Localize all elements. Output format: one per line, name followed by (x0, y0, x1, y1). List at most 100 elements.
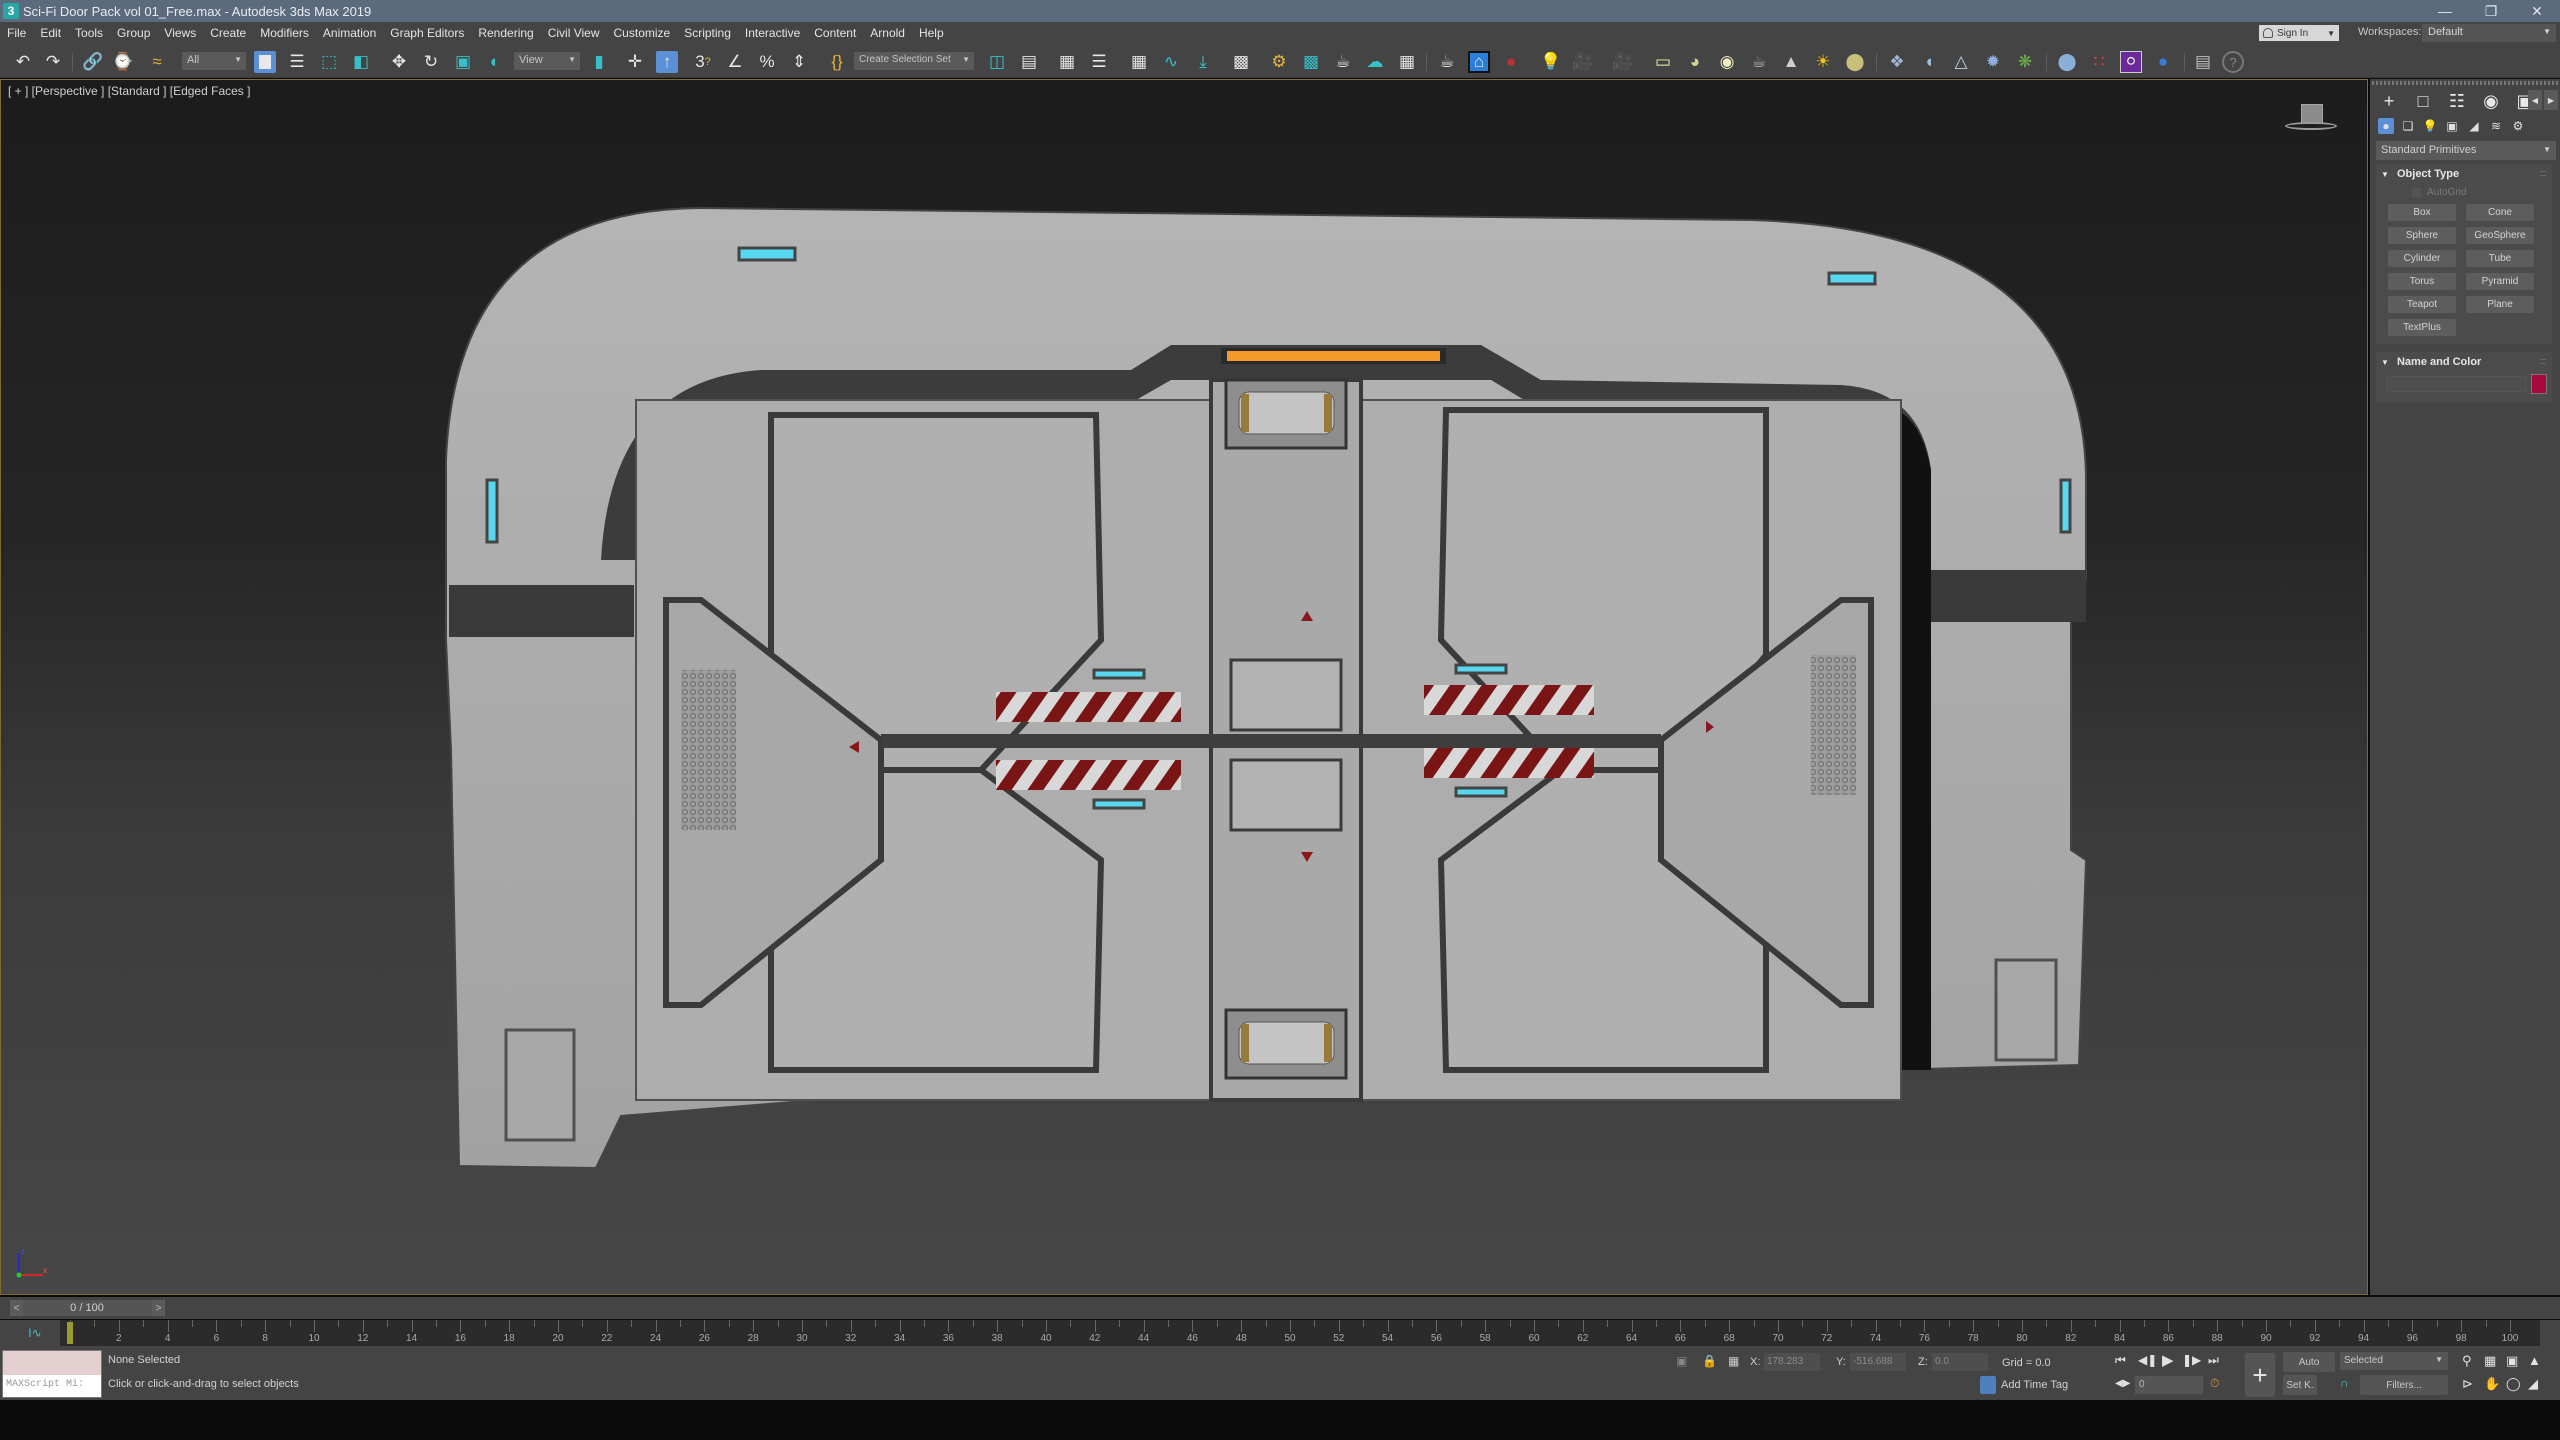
material-editor-icon[interactable]: ▩ (1230, 51, 1252, 73)
zoom-extents-icon[interactable]: ▣ (2506, 1353, 2518, 1369)
category-dropdown[interactable]: Standard Primitives ▼ (2376, 141, 2556, 160)
object-type-header[interactable]: ▼ Object Type (2376, 164, 2552, 184)
shapes-icon[interactable]: ❏ (2400, 118, 2416, 134)
time-cursor[interactable] (67, 1322, 73, 1344)
tube-button[interactable]: Tube (2466, 250, 2534, 267)
camera-icon[interactable]: 🎥 (1572, 51, 1594, 73)
menu-graph-editors[interactable]: Graph Editors (383, 26, 471, 40)
scatter-icon[interactable]: ❖ (1886, 51, 1908, 73)
select-by-name-icon[interactable]: ☰ (286, 51, 308, 73)
toggle-ribbon-icon[interactable]: ▦ (1128, 51, 1150, 73)
systems-icon[interactable]: ⚙ (2510, 118, 2526, 134)
menu-views[interactable]: Views (157, 26, 203, 40)
menu-scripting[interactable]: Scripting (677, 26, 738, 40)
add-time-tag-button[interactable]: Add Time Tag (1980, 1376, 2068, 1394)
select-place-icon[interactable]: ◐ (484, 51, 506, 73)
toggle-scene-explorer-icon[interactable]: ▦ (1056, 51, 1078, 73)
track-ruler[interactable]: 0246810121416182022242628303234363840424… (60, 1320, 2540, 1346)
helpers-icon[interactable]: ◢ (2466, 118, 2482, 134)
select-manipulate-icon[interactable]: ✛ (624, 51, 646, 73)
dome-light-icon[interactable]: ◕ (1684, 51, 1706, 73)
render-setup-icon[interactable]: ⚙ (1268, 51, 1290, 73)
curve-editor-icon[interactable]: ∿ (1160, 51, 1182, 73)
menu-civil-view[interactable]: Civil View (541, 26, 607, 40)
previous-frame-icon[interactable]: ◀❚ (2138, 1353, 2157, 1367)
autogrid-checkbox[interactable]: AutoGrid (2376, 184, 2552, 200)
sphere-light-icon[interactable]: ◉ (1716, 51, 1738, 73)
textplus-button[interactable]: TextPlus (2388, 319, 2456, 336)
menu-file[interactable]: File (0, 26, 33, 40)
light-lister-icon[interactable]: 💡 (1540, 51, 1562, 73)
hierarchy-tab[interactable]: ☷ (2446, 90, 2468, 112)
percent-snap-icon[interactable]: % (756, 51, 778, 73)
perspective-viewport[interactable]: [ + ] [Perspective ] [Standard ] [Edged … (0, 79, 2368, 1295)
teapot-icon[interactable]: ☕ (1748, 51, 1770, 73)
field-of-view-icon[interactable]: ⊳ (2462, 1376, 2473, 1392)
maxscript-listener[interactable]: MAXScript Mi: (2, 1350, 102, 1398)
align-icon[interactable]: ▤ (1018, 51, 1040, 73)
maxscript-input[interactable]: MAXScript Mi: (3, 1375, 101, 1397)
workspaces-dropdown[interactable]: Default ▼ (2422, 24, 2556, 42)
next-frame-icon[interactable]: ❚▶ (2182, 1353, 2201, 1367)
sphere-button[interactable]: Sphere (2388, 227, 2456, 244)
sign-in-dropdown[interactable]: Sign In ▼ (2259, 25, 2339, 41)
rendered-frame-window-icon[interactable]: ▩ (1300, 51, 1322, 73)
rect-selection-region-icon[interactable]: ⬚ (318, 51, 340, 73)
menu-content[interactable]: Content (807, 26, 863, 40)
menu-rendering[interactable]: Rendering (471, 26, 540, 40)
cone-button[interactable]: Cone (2466, 204, 2534, 221)
snaps-toggle-icon[interactable]: 3? (692, 51, 714, 73)
select-move-icon[interactable]: ✥ (388, 51, 410, 73)
isolate-selection-icon[interactable]: ▣ (1676, 1354, 1690, 1368)
spinner-snap-icon[interactable]: ⇕ (788, 51, 810, 73)
scroll-right-icon[interactable]: ▶ (2544, 90, 2558, 110)
menu-interactive[interactable]: Interactive (738, 26, 807, 40)
redo-icon[interactable]: ↷ (42, 51, 64, 73)
auto-key-button[interactable]: Auto (2283, 1352, 2335, 1372)
select-object-icon[interactable] (254, 51, 276, 73)
maxscript-output[interactable] (3, 1351, 101, 1375)
menu-modifiers[interactable]: Modifiers (253, 26, 316, 40)
render-frame-icon[interactable]: ● (1500, 51, 1522, 73)
arnold-render-icon[interactable]: ☕ (1436, 51, 1458, 73)
geometry-icon[interactable]: ● (2378, 118, 2394, 134)
blue-sphere-icon[interactable]: ⬤ (2056, 51, 2078, 73)
activeshade-icon[interactable]: ⌂ (1468, 51, 1490, 73)
absolute-mode-icon[interactable]: ▦ (1728, 1354, 1742, 1368)
select-rotate-icon[interactable]: ↻ (420, 51, 442, 73)
restore-button[interactable]: ❐ (2468, 0, 2514, 22)
cone-icon[interactable]: ▲ (1780, 51, 1802, 73)
y-coordinate-field[interactable]: -516.688 (1850, 1353, 1906, 1371)
edit-named-selection-icon[interactable]: {} (826, 51, 848, 73)
prev-frame-button[interactable]: < (10, 1300, 23, 1316)
export-icon[interactable]: ▤ (2192, 51, 2214, 73)
sci-fi-door-model[interactable] (1, 80, 2367, 1294)
create-tab[interactable]: + (2378, 90, 2400, 112)
help-icon[interactable]: ? (2222, 51, 2244, 73)
teapot-button[interactable]: Teapot (2388, 296, 2456, 313)
paint-icon[interactable]: ⚪ (2120, 51, 2142, 73)
zoom-all-icon[interactable]: ▦ (2484, 1353, 2496, 1369)
time-configuration-icon[interactable]: ⏱ (2210, 1376, 2219, 1391)
viewcube-cube[interactable] (2301, 104, 2323, 124)
link-icon[interactable]: 🔗 (82, 51, 104, 73)
key-tangent-icon[interactable]: ∩ (2340, 1376, 2349, 1390)
scroll-left-icon[interactable]: ◀ (2528, 90, 2542, 110)
schematic-view-icon[interactable]: ⤓ (1192, 51, 1214, 73)
goto-end-icon[interactable]: ⏭ (2208, 1353, 2219, 1368)
modify-tab[interactable]: □ (2412, 90, 2434, 112)
named-selection-dropdown[interactable]: Create Selection Set ▼ (854, 52, 974, 70)
set-keys-button[interactable]: + (2245, 1353, 2275, 1397)
play-icon[interactable]: ▶ (2162, 1351, 2174, 1369)
menu-tools[interactable]: Tools (68, 26, 110, 40)
key-filter-dropdown[interactable]: Selected ▼ (2340, 1352, 2448, 1370)
torus-button[interactable]: Torus (2388, 273, 2456, 290)
time-slider-thumb[interactable]: < 0 / 100 > (10, 1300, 165, 1316)
plane-light-icon[interactable]: ▭ (1652, 51, 1674, 73)
menu-group[interactable]: Group (110, 26, 157, 40)
object-color-swatch[interactable] (2531, 374, 2547, 394)
panel-grip[interactable] (2372, 81, 2558, 85)
zoom-extents-all-icon[interactable]: ▲ (2528, 1353, 2541, 1368)
maximize-viewport-icon[interactable]: ◢ (2528, 1376, 2538, 1392)
motion-tab[interactable]: ◉ (2480, 90, 2502, 112)
